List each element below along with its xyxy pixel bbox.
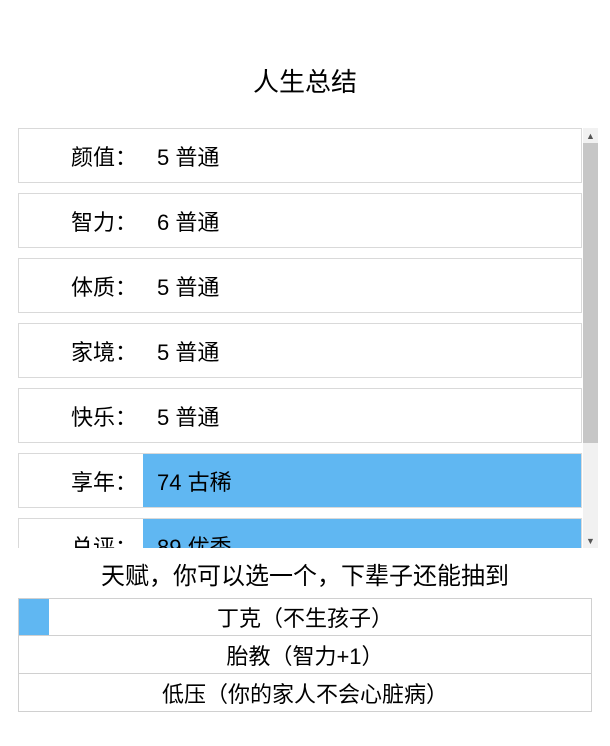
- stat-label: 智力：: [19, 194, 143, 247]
- talent-heading: 天赋，你可以选一个，下辈子还能抽到: [0, 556, 610, 591]
- stat-value: 5 普通: [143, 389, 581, 442]
- stat-value: 5 普通: [143, 129, 581, 182]
- scrollbar-up-icon[interactable]: ▲: [583, 128, 598, 143]
- stat-label: 家境：: [19, 324, 143, 377]
- stat-row-lifespan: 享年： 74 古稀: [18, 453, 582, 508]
- stat-row-happiness: 快乐： 5 普通: [18, 388, 582, 443]
- stat-row-intelligence: 智力： 6 普通: [18, 193, 582, 248]
- stat-value: 5 普通: [143, 324, 581, 377]
- talent-list: 丁克（不生孩子） 胎教（智力+1） 低压（你的家人不会心脏病）: [18, 598, 592, 712]
- stat-label: 享年：: [19, 454, 143, 507]
- stat-value: 6 普通: [143, 194, 581, 247]
- stat-value: 89 优秀: [143, 519, 581, 548]
- stat-row-overall: 总评： 89 优秀: [18, 518, 582, 548]
- page-title: 人生总结: [0, 0, 610, 127]
- talent-option-lowbp[interactable]: 低压（你的家人不会心脏病）: [18, 674, 592, 712]
- stat-value: 74 古稀: [143, 454, 581, 507]
- stat-row-appearance: 颜值： 5 普通: [18, 128, 582, 183]
- stat-label: 总评：: [19, 519, 143, 548]
- talent-selected-indicator: [19, 599, 49, 635]
- talent-label: 胎教（智力+1）: [226, 639, 383, 671]
- talent-option-dink[interactable]: 丁克（不生孩子）: [18, 598, 592, 636]
- scrollbar-track[interactable]: ▲ ▼: [583, 128, 598, 548]
- stat-label: 颜值：: [19, 129, 143, 182]
- stat-value: 5 普通: [143, 259, 581, 312]
- stat-row-physique: 体质： 5 普通: [18, 258, 582, 313]
- talent-label: 低压（你的家人不会心脏病）: [162, 677, 448, 709]
- scrollbar-thumb[interactable]: [583, 143, 598, 443]
- stat-label: 体质：: [19, 259, 143, 312]
- stats-scroll-area: 颜值： 5 普通 智力： 6 普通 体质： 5 普通 家境： 5 普通 快乐： …: [18, 128, 582, 548]
- stat-label: 快乐：: [19, 389, 143, 442]
- talent-option-prenatal[interactable]: 胎教（智力+1）: [18, 636, 592, 674]
- stat-row-family: 家境： 5 普通: [18, 323, 582, 378]
- scrollbar-down-icon[interactable]: ▼: [583, 533, 598, 548]
- talent-label: 丁克（不生孩子）: [217, 601, 393, 633]
